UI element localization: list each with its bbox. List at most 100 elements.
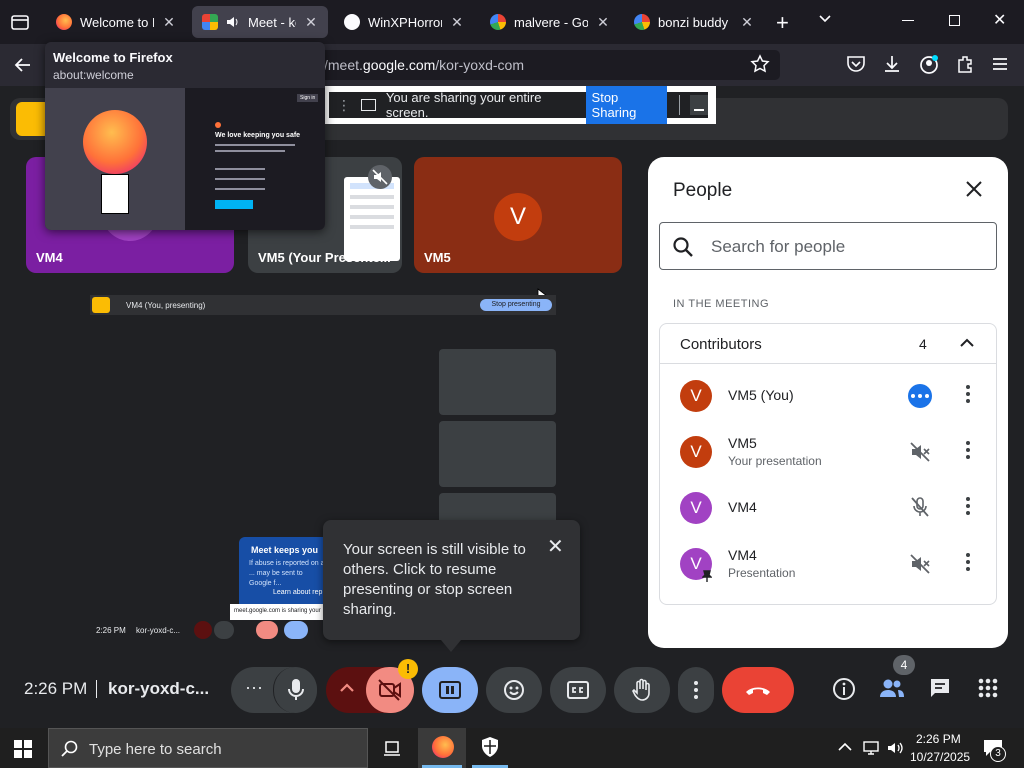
- taskbar-date[interactable]: 10/27/2025: [910, 750, 970, 764]
- audio-options-button[interactable]: ···: [245, 677, 263, 698]
- chat-icon[interactable]: [929, 677, 951, 699]
- tab-google-search-2[interactable]: bonzi buddy do ✕: [624, 6, 764, 38]
- people-search-field[interactable]: Search for people: [659, 222, 997, 270]
- raise-hand-button[interactable]: [614, 667, 670, 713]
- url-path: /kor-yoxd-com: [435, 57, 524, 73]
- meeting-details-icon[interactable]: [832, 677, 856, 701]
- close-tab-icon[interactable]: ✕: [450, 14, 464, 31]
- more-vert-icon[interactable]: [966, 496, 970, 516]
- mirror-presenting-text-wrap: VM4 (You, presenting): [118, 298, 462, 312]
- preview-heading: We love keeping you safe: [215, 132, 301, 139]
- mic-group: ···: [231, 667, 317, 713]
- mic-icon: [287, 679, 304, 700]
- close-popup-icon[interactable]: ✕: [547, 534, 564, 559]
- mic-off-icon: [910, 496, 930, 518]
- more-vert-icon[interactable]: [966, 440, 970, 460]
- volume-icon[interactable]: [886, 740, 904, 756]
- extensions-icon[interactable]: [955, 54, 975, 74]
- close-window-icon[interactable]: ✕: [993, 10, 1006, 30]
- tab-google-search-1[interactable]: malvere - Googl ✕: [480, 6, 620, 38]
- downloads-icon[interactable]: [882, 54, 902, 74]
- taskbar-security-button[interactable]: [468, 728, 512, 768]
- participant-row[interactable]: V VM4: [680, 486, 1000, 542]
- participant-count-badge: 4: [893, 655, 915, 675]
- taskbar-search-box[interactable]: Type here to search: [48, 728, 368, 768]
- close-tab-icon[interactable]: ✕: [740, 14, 754, 31]
- close-panel-icon[interactable]: [964, 179, 984, 199]
- hide-banner-button[interactable]: [689, 95, 708, 115]
- search-icon: [672, 236, 694, 258]
- new-tab-icon[interactable]: +: [776, 10, 789, 36]
- chevron-up-icon[interactable]: [960, 338, 974, 348]
- list-all-tabs-icon[interactable]: [818, 12, 832, 26]
- more-options-button[interactable]: [678, 667, 714, 713]
- close-tab-icon[interactable]: ✕: [596, 14, 610, 31]
- taskbar-time[interactable]: 2:26 PM: [916, 732, 961, 746]
- mirror-presenting-bar: VM4 (You, presenting) Stop presenting: [90, 295, 556, 315]
- tab-title: bonzi buddy do: [658, 14, 732, 30]
- group-count: 4: [919, 336, 927, 352]
- bookmark-star-icon[interactable]: [750, 54, 770, 74]
- participant-row[interactable]: V VM5 Your presentation: [680, 430, 1000, 486]
- present-screen-icon: [361, 99, 376, 111]
- preview-signin-label: Sign in: [297, 94, 319, 102]
- participant-row[interactable]: V VM4 Presentation: [680, 542, 1000, 598]
- pin-icon: [702, 570, 712, 582]
- tab-meet[interactable]: Meet - kor-y ✕: [192, 6, 328, 38]
- close-tab-icon[interactable]: ✕: [304, 14, 318, 31]
- yellow-app-icon: [92, 297, 110, 313]
- drag-handle-icon[interactable]: ⋮: [337, 97, 351, 114]
- search-placeholder: Search for people: [711, 237, 846, 256]
- stop-sharing-button[interactable]: Stop Sharing: [585, 86, 667, 124]
- contributors-header[interactable]: Contributors 4: [660, 324, 996, 364]
- mirror-tile: [439, 349, 556, 415]
- close-tab-icon[interactable]: ✕: [162, 14, 176, 31]
- firefox-mascot-illustration: [83, 110, 147, 174]
- windows-taskbar: Type here to search 2:26 PM 10/27/2025 3: [0, 728, 1024, 768]
- microphone-button[interactable]: [273, 667, 317, 713]
- address-bar[interactable]: /meet.google.com/kor-yoxd-com: [300, 50, 780, 80]
- minimize-icon[interactable]: [902, 20, 914, 21]
- back-arrow-icon[interactable]: [14, 56, 32, 74]
- tab-title: Welcome to Fi: [80, 14, 154, 30]
- speaker-icon[interactable]: [226, 15, 240, 29]
- captions-button[interactable]: [550, 667, 606, 713]
- notification-count-badge: 3: [990, 746, 1006, 762]
- activities-grid-icon[interactable]: [978, 678, 998, 698]
- account-icon[interactable]: [918, 54, 940, 76]
- task-view-icon[interactable]: [383, 739, 401, 757]
- people-panel: People Search for people IN THE MEETING …: [648, 157, 1008, 648]
- taskbar-firefox-button[interactable]: [418, 728, 466, 768]
- avatar: V: [680, 436, 712, 468]
- mirror-control: [256, 621, 278, 639]
- more-vert-icon[interactable]: [966, 384, 970, 404]
- more-vert-icon: [694, 681, 698, 699]
- present-now-button[interactable]: [422, 667, 478, 713]
- more-vert-icon[interactable]: [966, 552, 970, 572]
- preview-thumbnail: Sign in We love keeping you safe: [45, 88, 325, 230]
- hamburger-menu-icon[interactable]: [992, 57, 1008, 71]
- tab-welcome-firefox[interactable]: Welcome to Fi ✕: [46, 6, 186, 38]
- restore-icon[interactable]: [949, 15, 960, 26]
- presentation-thumbnail: [344, 177, 400, 261]
- reactions-button[interactable]: [486, 667, 542, 713]
- camera-group: !: [326, 659, 418, 713]
- windows-start-icon[interactable]: [14, 740, 32, 758]
- tab-github[interactable]: WinXPHorrorEdi ✕: [334, 6, 474, 38]
- firefox-icon: [432, 736, 454, 758]
- pocket-icon[interactable]: [846, 55, 866, 73]
- participant-tile-vm5[interactable]: V VM5: [414, 157, 622, 273]
- show-hidden-icons-chevron-icon[interactable]: [838, 742, 852, 752]
- share-banner-text: You are sharing your entire screen.: [385, 90, 542, 120]
- present-to-all-icon: [439, 681, 461, 699]
- network-icon[interactable]: [862, 740, 880, 756]
- tab-list-icon[interactable]: [10, 12, 30, 32]
- leave-call-button[interactable]: [722, 667, 794, 713]
- shield-icon: [482, 737, 498, 757]
- people-icon[interactable]: [879, 677, 905, 699]
- camera-options-chevron-icon[interactable]: [340, 683, 354, 693]
- participant-row[interactable]: V VM5 (You): [680, 374, 1000, 430]
- mascot-body: [101, 174, 129, 214]
- preview-title: Welcome to Firefox: [53, 50, 173, 65]
- preview-url: about:welcome: [53, 68, 134, 82]
